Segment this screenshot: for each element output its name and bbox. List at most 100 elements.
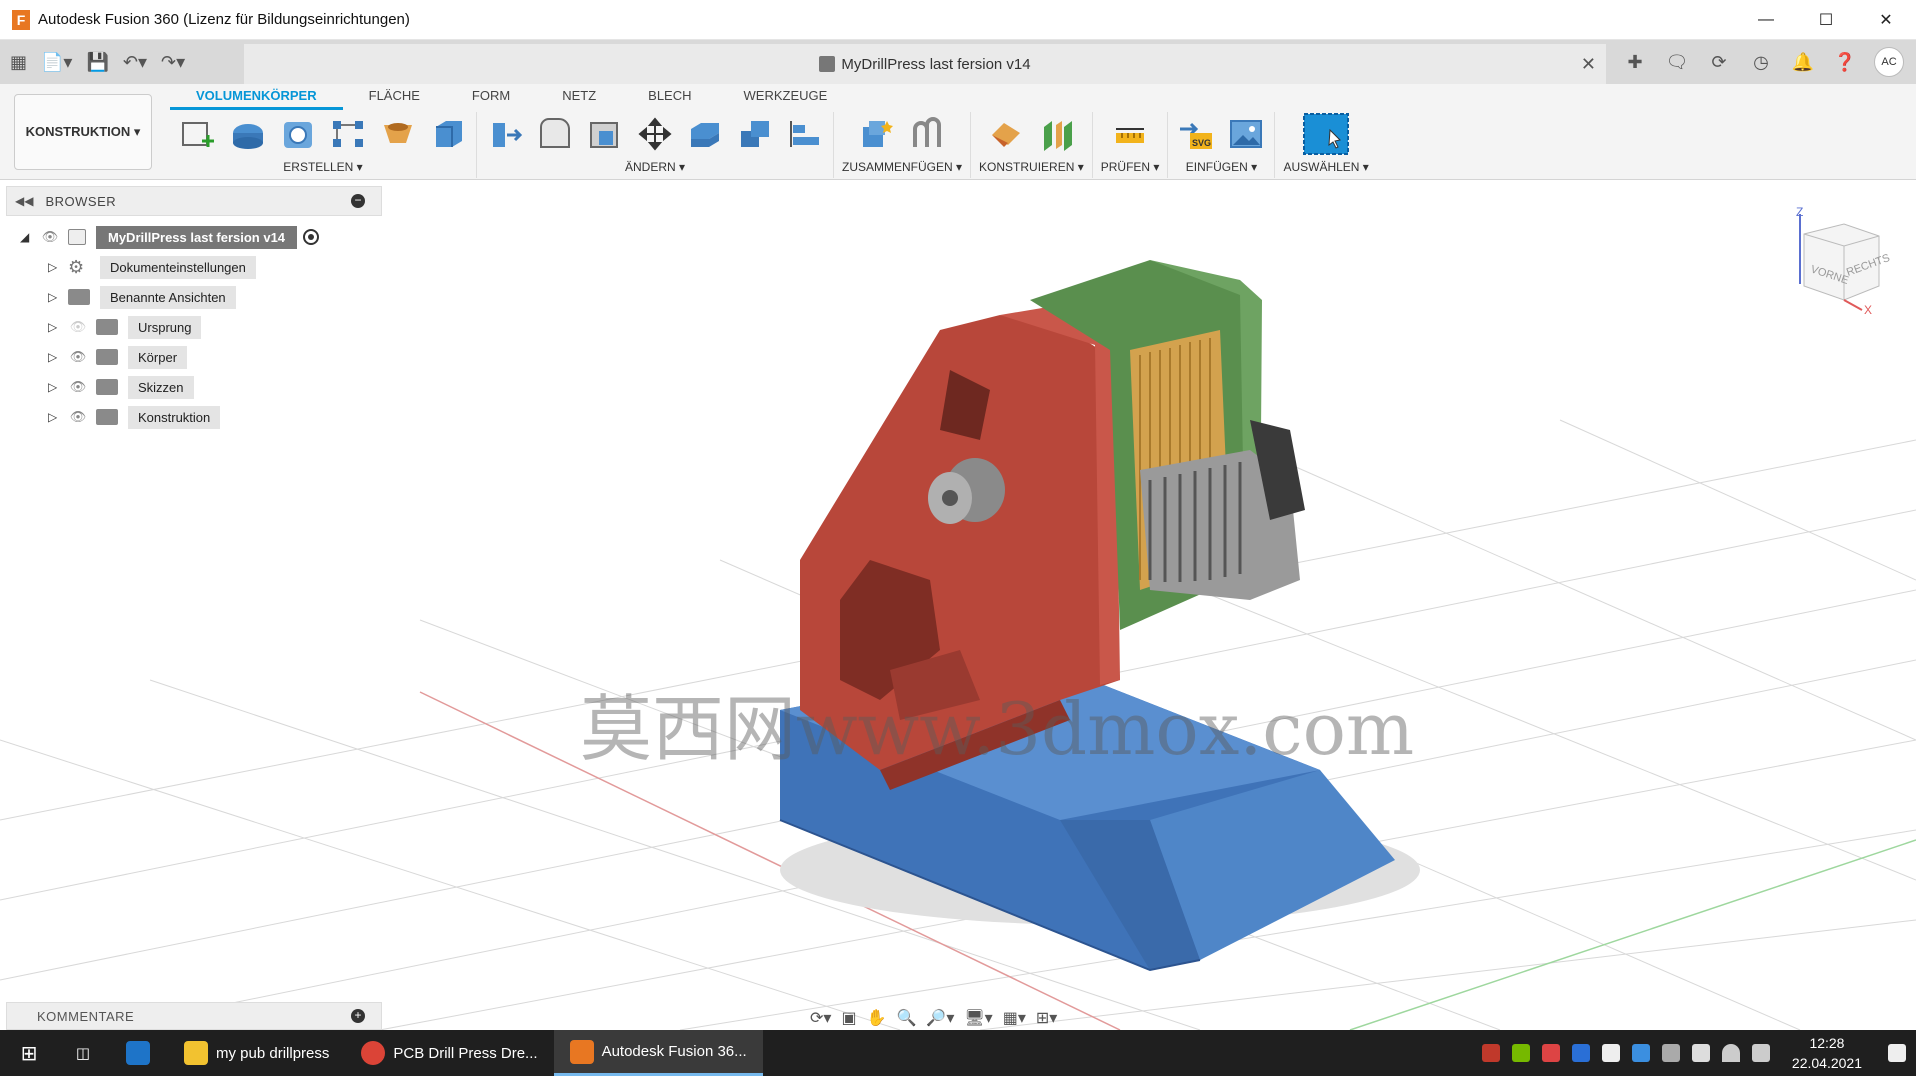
combine-icon[interactable] [735,115,775,153]
offset-plane-icon[interactable] [986,115,1026,153]
tree-item-konstruktion[interactable]: ▷ 👁 Konstruktion [20,402,400,432]
select-icon[interactable] [1302,113,1350,155]
notification-icon[interactable]: 🔔 [1790,52,1816,73]
redo-icon[interactable]: ↷▾ [161,52,185,73]
expanded-arrow-icon[interactable]: ◢ [20,230,40,244]
workspace-switcher[interactable]: KONSTRUKTION ▾ [14,94,152,170]
tab-volumenkoerper[interactable]: VOLUMENKÖRPER [170,84,343,110]
tree-item-label[interactable]: Ursprung [128,315,202,339]
hole-icon[interactable] [378,115,418,153]
taskbar-app-chrome[interactable]: PCB Drill Press Dre... [345,1030,553,1076]
tab-flaeche[interactable]: FLÄCHE [343,84,446,110]
tree-item-label[interactable]: Dokumenteinstellungen [100,255,256,279]
pattern-icon[interactable] [328,115,368,153]
collapse-panel-icon[interactable]: − [351,194,365,208]
insert-canvas-icon[interactable] [1226,115,1266,153]
history-icon[interactable]: ◷ [1748,52,1774,73]
group-label-erstellen[interactable]: ERSTELLEN ▾ [283,160,362,174]
group-label-auswaehlen[interactable]: AUSWÄHLEN ▾ [1283,160,1368,174]
new-component-icon[interactable] [857,115,897,153]
tab-blech[interactable]: BLECH [622,84,717,110]
activate-radio-icon[interactable] [303,229,320,245]
shield-tray-icon[interactable] [1571,1044,1590,1062]
group-label-pruefen[interactable]: PRÜFEN ▾ [1101,160,1160,174]
collapse-browser-icon[interactable]: ◀◀ [15,194,33,208]
browser-panel-header[interactable]: ◀◀ BROWSER − [6,186,382,216]
outlook-taskbar-icon[interactable] [108,1030,168,1076]
orbit-icon[interactable]: ⟳▾ [810,1008,831,1028]
box-icon[interactable] [428,115,468,153]
app-grid-icon[interactable]: ▦ [10,52,27,73]
document-tab[interactable]: MyDrillPress last fersion v14 ✕ [244,44,1606,84]
save-icon[interactable]: 💾 [86,52,108,73]
tab-werkzeuge[interactable]: WERKZEUGE [718,84,854,110]
maximize-button[interactable]: ☐ [1796,0,1856,40]
wifi-tray-icon[interactable] [1721,1044,1740,1062]
shell-icon[interactable] [585,115,625,153]
align-icon[interactable] [685,115,725,153]
tree-item-benannte-ansichten[interactable]: ▷ Benannte Ansichten [20,282,400,312]
visibility-eye-icon[interactable]: 👁 [40,229,60,244]
windows-start-icon[interactable]: ⊞ [0,1030,58,1076]
add-comment-icon[interactable]: + [351,1009,365,1023]
visibility-eye-icon[interactable]: 👁 [68,379,88,394]
help-icon[interactable]: ❓ [1832,52,1858,73]
viewports-icon[interactable]: ⊞▾ [1036,1008,1057,1028]
press-pull-icon[interactable] [485,115,525,153]
close-tab-icon[interactable]: ✕ [1581,54,1596,75]
expand-arrow-icon[interactable]: ▷ [48,410,68,424]
file-menu-icon[interactable]: 📄▾ [41,52,72,73]
taskbar-app-fusion[interactable]: Autodesk Fusion 36... [553,1030,763,1076]
user-avatar[interactable]: AC [1874,47,1904,77]
look-at-icon[interactable]: ▣ [841,1008,856,1028]
usb-tray-icon[interactable] [1661,1044,1680,1062]
group-label-konstruieren[interactable]: KONSTRUIEREN ▾ [979,160,1084,174]
taskbar-clock[interactable]: 12:28 22.04.2021 [1792,1033,1862,1073]
visibility-eye-icon[interactable]: 👁 [68,409,88,424]
revolve-icon[interactable] [278,115,318,153]
insert-svg-icon[interactable]: SVG [1176,115,1216,153]
notifications-icon[interactable] [1888,1044,1906,1062]
minimize-button[interactable]: — [1736,0,1796,40]
undo-icon[interactable]: ↶▾ [123,52,147,73]
tree-item-label[interactable]: Benannte Ansichten [100,285,236,309]
create-sketch-icon[interactable] [178,115,218,153]
expand-arrow-icon[interactable]: ▷ [48,380,68,394]
mail-tray-icon[interactable] [1541,1044,1560,1062]
task-view-icon[interactable]: ◫ [58,1030,108,1076]
expand-arrow-icon[interactable]: ▷ [48,350,68,364]
zoom-icon[interactable]: 🔍 [896,1008,916,1028]
tree-item-label[interactable]: Skizzen [128,375,194,399]
expand-arrow-icon[interactable]: ▷ [48,320,68,334]
tree-root[interactable]: ◢ 👁 MyDrillPress last fersion v14 [20,222,400,252]
viewcube[interactable]: VORNE RECHTS Z X [1784,204,1894,317]
tab-form[interactable]: FORM [446,84,536,110]
extrude-icon[interactable] [228,115,268,153]
visibility-eye-icon[interactable]: 👁 [68,349,88,364]
display-settings-icon[interactable]: 🖥▾ [964,1008,992,1028]
close-window-button[interactable]: ✕ [1856,0,1916,40]
tree-item-skizzen[interactable]: ▷ 👁 Skizzen [20,372,400,402]
tree-item-koerper[interactable]: ▷ 👁 Körper [20,342,400,372]
move-icon[interactable] [635,115,675,153]
group-label-einfuegen[interactable]: EINFÜGEN ▾ [1186,160,1257,174]
joint-icon[interactable] [907,115,947,153]
sync-icon[interactable]: ⟳ [1706,52,1732,73]
expand-arrow-icon[interactable]: ▷ [48,260,68,274]
grid-settings-icon[interactable]: ▦▾ [1003,1008,1026,1028]
security-tray-icon[interactable] [1601,1044,1620,1062]
tree-item-ursprung[interactable]: ▷ 👁 Ursprung [20,312,400,342]
pan-icon[interactable]: ✋ [867,1008,887,1028]
midplane-icon[interactable] [1036,115,1076,153]
taskbar-app-explorer[interactable]: my pub drillpress [168,1030,345,1076]
tab-netz[interactable]: NETZ [536,84,622,110]
comment-icon[interactable]: 🗨 [1664,52,1690,73]
split-icon[interactable] [785,115,825,153]
new-tab-icon[interactable]: ✚ [1622,52,1648,73]
tree-item-dokumenteinstellungen[interactable]: ▷ ⚙ Dokumenteinstellungen [20,252,400,282]
group-label-aendern[interactable]: ÄNDERN ▾ [625,160,685,174]
tree-item-label[interactable]: Konstruktion [128,405,221,429]
comments-panel[interactable]: KOMMENTARE + [6,1002,382,1030]
hidden-eye-icon[interactable]: 👁 [68,319,88,334]
volume-tray-icon[interactable] [1751,1044,1770,1062]
